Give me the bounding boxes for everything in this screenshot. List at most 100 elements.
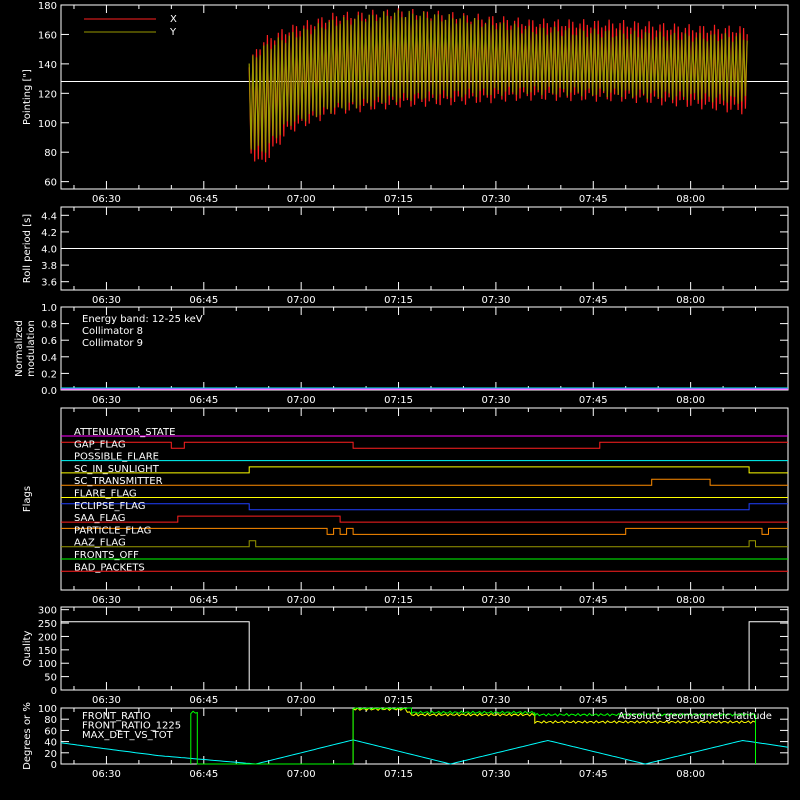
time-tick-label: 08:00 [676, 194, 705, 205]
time-tick-label: 08:00 [676, 295, 705, 306]
modulation-legend-label: Collimator 8 [82, 326, 143, 337]
y-tick-label: 200 [38, 632, 57, 643]
panel-frame-5 [60, 606, 789, 691]
time-tick-label: 07:45 [579, 595, 608, 606]
flag-line [61, 515, 788, 523]
flag-label: ATTENUATOR_STATE [74, 427, 175, 438]
y-tick-label: 0.4 [41, 353, 57, 364]
flag-line [61, 478, 788, 486]
time-tick-label: 06:45 [189, 769, 218, 780]
data-layer [60, 8, 789, 765]
flag-line [61, 540, 788, 548]
time-tick-label: 07:15 [384, 595, 413, 606]
y-tick-label: 0 [51, 760, 57, 771]
y-tick-label: 50 [44, 673, 57, 684]
y-tick-label: 0.6 [41, 336, 57, 347]
flags-axis-label: Flags [22, 486, 33, 512]
time-tick-label: 08:00 [676, 395, 705, 406]
ratio-series-line [60, 739, 789, 765]
time-tick-label: 06:45 [189, 595, 218, 606]
flag-label: AAZ_FLAG [74, 538, 126, 549]
y-tick-label: 0.0 [41, 386, 57, 397]
chart-canvas: 06:30 06:45 07:00 07:15 07:30 07:45 08:0060801… [14, 1, 789, 780]
time-tick-label: 07:45 [579, 695, 608, 706]
time-tick-label: 07:00 [287, 194, 316, 205]
y-tick-label: 60 [44, 178, 57, 189]
time-tick-label: 06:30 [92, 194, 121, 205]
y-tick-label: 250 [38, 619, 57, 630]
legend-label-y: Y [169, 27, 177, 38]
y-tick-label: 100 [38, 704, 57, 715]
time-tick-label: 06:45 [189, 695, 218, 706]
y-tick-label: 140 [38, 60, 57, 71]
y-tick-label: 4.4 [41, 211, 57, 222]
modulation-legend-label: Energy band: 12-25 keV [82, 314, 203, 325]
flag-label: POSSIBLE_FLARE [74, 452, 159, 463]
time-tick-label: 06:30 [92, 295, 121, 306]
y-tick-label: 180 [38, 1, 57, 12]
flag-label: SAA_FLAG [74, 513, 125, 524]
time-tick-label: 08:00 [676, 595, 705, 606]
y-tick-label: 80 [44, 148, 57, 159]
y-tick-label: 4.0 [41, 245, 57, 256]
legend-label-x: X [170, 14, 177, 25]
flag-label: GAP_FLAG [74, 439, 126, 450]
time-tick-label: 07:30 [481, 695, 510, 706]
time-tick-label: 07:15 [384, 395, 413, 406]
time-tick-label: 07:45 [579, 194, 608, 205]
time-tick-label: 07:30 [481, 769, 510, 780]
y-tick-label: 160 [38, 30, 57, 41]
flag-label: ECLIPSE_FLAG [74, 501, 145, 512]
y-tick-label: 100 [38, 659, 57, 670]
panel-frames [60, 4, 789, 765]
time-tick-label: 06:45 [189, 194, 218, 205]
time-tick-label: 07:30 [481, 595, 510, 606]
ratio-legend-label: MAX_DET_VS_TOT [82, 730, 174, 741]
modulation-legend-label: Collimator 9 [82, 338, 143, 349]
flag-label: SC_IN_SUNLIGHT [74, 464, 160, 475]
y-tick-label: 150 [38, 646, 57, 657]
time-tick-label: 07:00 [287, 295, 316, 306]
time-tick-label: 06:30 [92, 395, 121, 406]
time-tick-label: 07:45 [579, 395, 608, 406]
quality-line [61, 621, 788, 691]
time-tick-label: 06:30 [92, 695, 121, 706]
quality-axis-label: Quality [22, 631, 33, 667]
flag-line [61, 466, 788, 474]
time-tick-label: 06:30 [92, 769, 121, 780]
time-tick-label: 06:30 [92, 595, 121, 606]
y-tick-label: 100 [38, 119, 57, 130]
y-tick-label: 4.2 [41, 228, 57, 239]
y-tick-label: 0.2 [41, 369, 57, 380]
time-tick-label: 07:15 [384, 769, 413, 780]
flag-label: BAD_PACKETS [74, 562, 145, 573]
roll-period-axis-label: Roll period [s] [22, 214, 33, 283]
time-tick-label: 07:00 [287, 595, 316, 606]
time-tick-label: 08:00 [676, 695, 705, 706]
y-tick-label: 0 [51, 686, 57, 697]
modulation-axis-label: Normalized [14, 320, 25, 377]
flag-line [61, 441, 788, 449]
pointing-axis-label: Pointing ["] [22, 69, 33, 125]
pointing-series-y [248, 10, 748, 153]
y-tick-label: 60 [44, 726, 57, 737]
time-tick-label: 07:45 [579, 295, 608, 306]
time-tick-label: 07:15 [384, 695, 413, 706]
flag-line [61, 503, 788, 511]
time-tick-label: 07:00 [287, 395, 316, 406]
time-tick-label: 07:30 [481, 194, 510, 205]
y-tick-label: 80 [44, 715, 57, 726]
flag-line [61, 527, 788, 535]
flag-label: FLARE_FLAG [74, 489, 137, 500]
y-tick-label: 1.0 [41, 303, 57, 314]
time-tick-label: 07:30 [481, 295, 510, 306]
y-tick-label: 40 [44, 738, 57, 749]
time-tick-label: 06:45 [189, 395, 218, 406]
y-tick-label: 0.8 [41, 320, 57, 331]
y-tick-label: 120 [38, 89, 57, 100]
degrees-axis-label: Degrees or % [22, 702, 33, 770]
time-tick-label: 06:45 [189, 295, 218, 306]
time-tick-label: 07:15 [384, 194, 413, 205]
y-tick-label: 3.6 [41, 278, 57, 289]
flag-label: FRONTS_OFF [74, 550, 139, 561]
